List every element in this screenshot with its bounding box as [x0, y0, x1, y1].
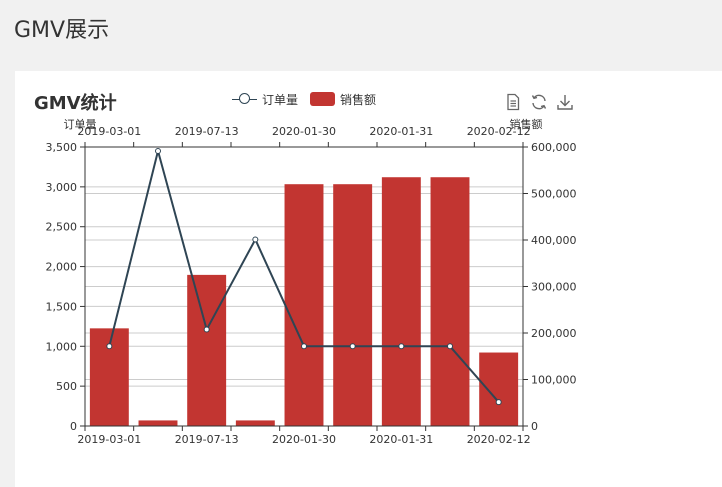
bar: [235, 420, 275, 426]
bar: [381, 177, 421, 426]
y-tick-label-right: 500,000: [531, 188, 577, 201]
x-tick-label-bottom: 2020-01-31: [369, 433, 433, 446]
line-point: [301, 343, 307, 350]
y-axis-right-title: 销售额: [510, 117, 543, 131]
line-point: [106, 343, 113, 350]
y-tick-label-left: 3,000: [46, 181, 78, 194]
y-tick-label-right: 0: [531, 420, 538, 433]
y-tick-label-left: 500: [56, 380, 77, 393]
bar: [284, 184, 324, 426]
x-tick-label-top: 2019-07-13: [175, 125, 239, 138]
y-tick-label-right: 400,000: [531, 234, 577, 247]
line-point: [252, 236, 259, 243]
y-tick-label-right: 300,000: [531, 281, 577, 294]
line-point: [155, 147, 161, 154]
y-tick-label-right: 100,000: [531, 374, 577, 387]
bar: [187, 274, 227, 426]
y-tick-label-left: 1,500: [46, 300, 78, 313]
x-tick-label-bottom: 2019-03-01: [77, 433, 141, 446]
y-tick-label-left: 2,000: [46, 261, 78, 274]
y-tick-label-left: 1,000: [46, 340, 78, 353]
line-point: [495, 399, 502, 406]
x-tick-label-top: 2020-01-30: [272, 125, 336, 138]
y-tick-label-left: 0: [70, 420, 77, 433]
bar: [430, 177, 470, 426]
x-tick-label-top: 2020-01-31: [369, 125, 433, 138]
line-point: [447, 343, 453, 350]
x-tick-label-bottom: 2020-01-30: [272, 433, 336, 446]
y-axis-left-title: 订单量: [64, 118, 97, 131]
bar: [333, 184, 373, 426]
x-tick-label-bottom: 2019-07-13: [175, 433, 239, 446]
y-tick-label-right: 600,000: [531, 141, 577, 154]
y-tick-label-left: 2,500: [46, 221, 78, 234]
line-point: [349, 343, 356, 350]
y-tick-label-right: 200,000: [531, 327, 577, 340]
bar: [138, 420, 178, 426]
line-point: [398, 343, 405, 350]
x-tick-label-bottom: 2020-02-12: [467, 433, 531, 446]
gmv-chart: 0 500 1,000 1,500 2,000 2,500 3,000 3,500 0 100,0…: [46, 117, 577, 446]
bar: [479, 352, 519, 426]
line-point: [203, 326, 210, 333]
y-tick-label-left: 3,500: [46, 141, 78, 154]
